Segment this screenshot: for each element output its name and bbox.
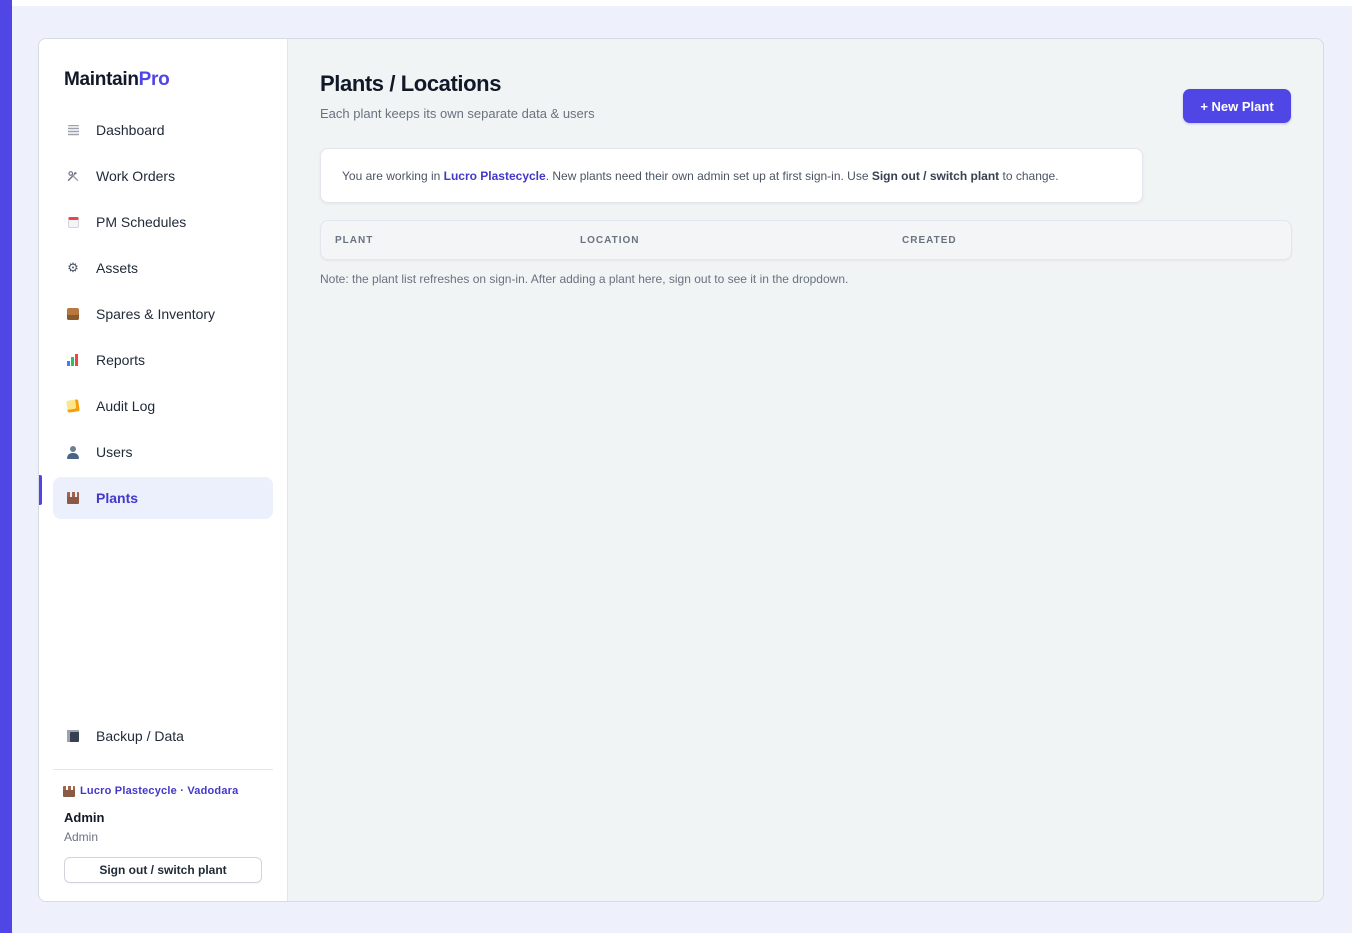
column-header-location: LOCATION [580,235,640,246]
sidebar-item-dashboard[interactable]: Dashboard [53,109,273,151]
current-plant-badge: Lucro Plastecycle · Vadodara [63,785,238,797]
window-top-edge [12,0,1352,6]
sidebar-item-label: Dashboard [96,122,165,138]
sidebar: MaintainPro Dashboard Work Orders PM Sch… [39,39,288,901]
info-middle: . New plants need their own admin set up… [545,168,872,183]
page-title: Plants / Locations [320,71,502,96]
gear-icon: ⚙ [67,260,79,275]
sidebar-item-pm-schedules[interactable]: PM Schedules [53,201,273,243]
sign-out-switch-plant-button[interactable]: Sign out / switch plant [64,857,262,883]
package-icon [67,307,79,321]
user-role: Admin [64,830,99,844]
info-action: Sign out / switch plant [871,168,1000,183]
sidebar-item-label: Assets [96,260,139,276]
tools-icon [67,169,79,183]
logo-main: Maintain [64,69,139,90]
sidebar-item-assets[interactable]: ⚙ Assets [53,247,273,289]
page-subtitle: Each plant keeps its own separate data &… [320,106,595,121]
column-header-plant: PLANT [335,235,374,246]
plant-list-note: Note: the plant list refreshes on sign-i… [320,272,849,286]
sidebar-item-label: Work Orders [96,168,176,184]
sidebar-divider [53,769,273,770]
sidebar-item-label: Spares & Inventory [96,306,216,322]
plants-table: PLANT LOCATION CREATED [320,220,1292,260]
sidebar-item-label: PM Schedules [96,214,187,230]
sidebar-item-users[interactable]: Users [53,431,273,473]
new-plant-button[interactable]: + New Plant [1183,89,1291,123]
sidebar-item-spares-inventory[interactable]: Spares & Inventory [53,293,273,335]
main-content: Plants / Locations Each plant keeps its … [288,39,1323,901]
sidebar-nav: Dashboard Work Orders PM Schedules ⚙ Ass… [53,109,273,523]
sidebar-item-label: Plants [96,490,139,506]
info-suffix: to change. [999,168,1059,183]
sidebar-item-label: Audit Log [96,398,156,414]
window-accent-strip [0,0,12,933]
sidebar-item-label: Backup / Data [96,728,184,744]
user-name: Admin [64,810,105,825]
current-plant-label: Lucro Plastecycle · Vadodara [80,785,239,797]
sidebar-backup-section: Backup / Data [53,715,273,761]
floppy-disk-icon [67,729,79,743]
sidebar-item-backup-data[interactable]: Backup / Data [53,715,273,757]
sidebar-item-audit-log[interactable]: Audit Log [53,385,273,427]
sidebar-item-plants[interactable]: Plants [53,477,273,519]
info-prefix: You are working in [342,168,444,183]
memo-icon [66,399,80,413]
app-logo: MaintainPro [64,69,170,91]
app-window: MaintainPro Dashboard Work Orders PM Sch… [38,38,1324,902]
active-nav-marker [39,475,42,505]
bar-chart-icon [67,353,79,367]
current-plant-info-card: You are working in Lucro Plastecycle. Ne… [320,148,1143,203]
sidebar-item-work-orders[interactable]: Work Orders [53,155,273,197]
sidebar-item-label: Users [96,444,133,460]
factory-icon [67,491,79,505]
sidebar-item-label: Reports [96,352,146,368]
calendar-icon [67,215,79,229]
document-icon [67,123,79,137]
sidebar-item-reports[interactable]: Reports [53,339,273,381]
info-plant-name: Lucro Plastecycle [443,168,546,183]
factory-icon [63,785,75,797]
logo-accent: Pro [138,69,170,90]
column-header-created: CREATED [902,235,957,246]
user-icon [67,445,79,459]
